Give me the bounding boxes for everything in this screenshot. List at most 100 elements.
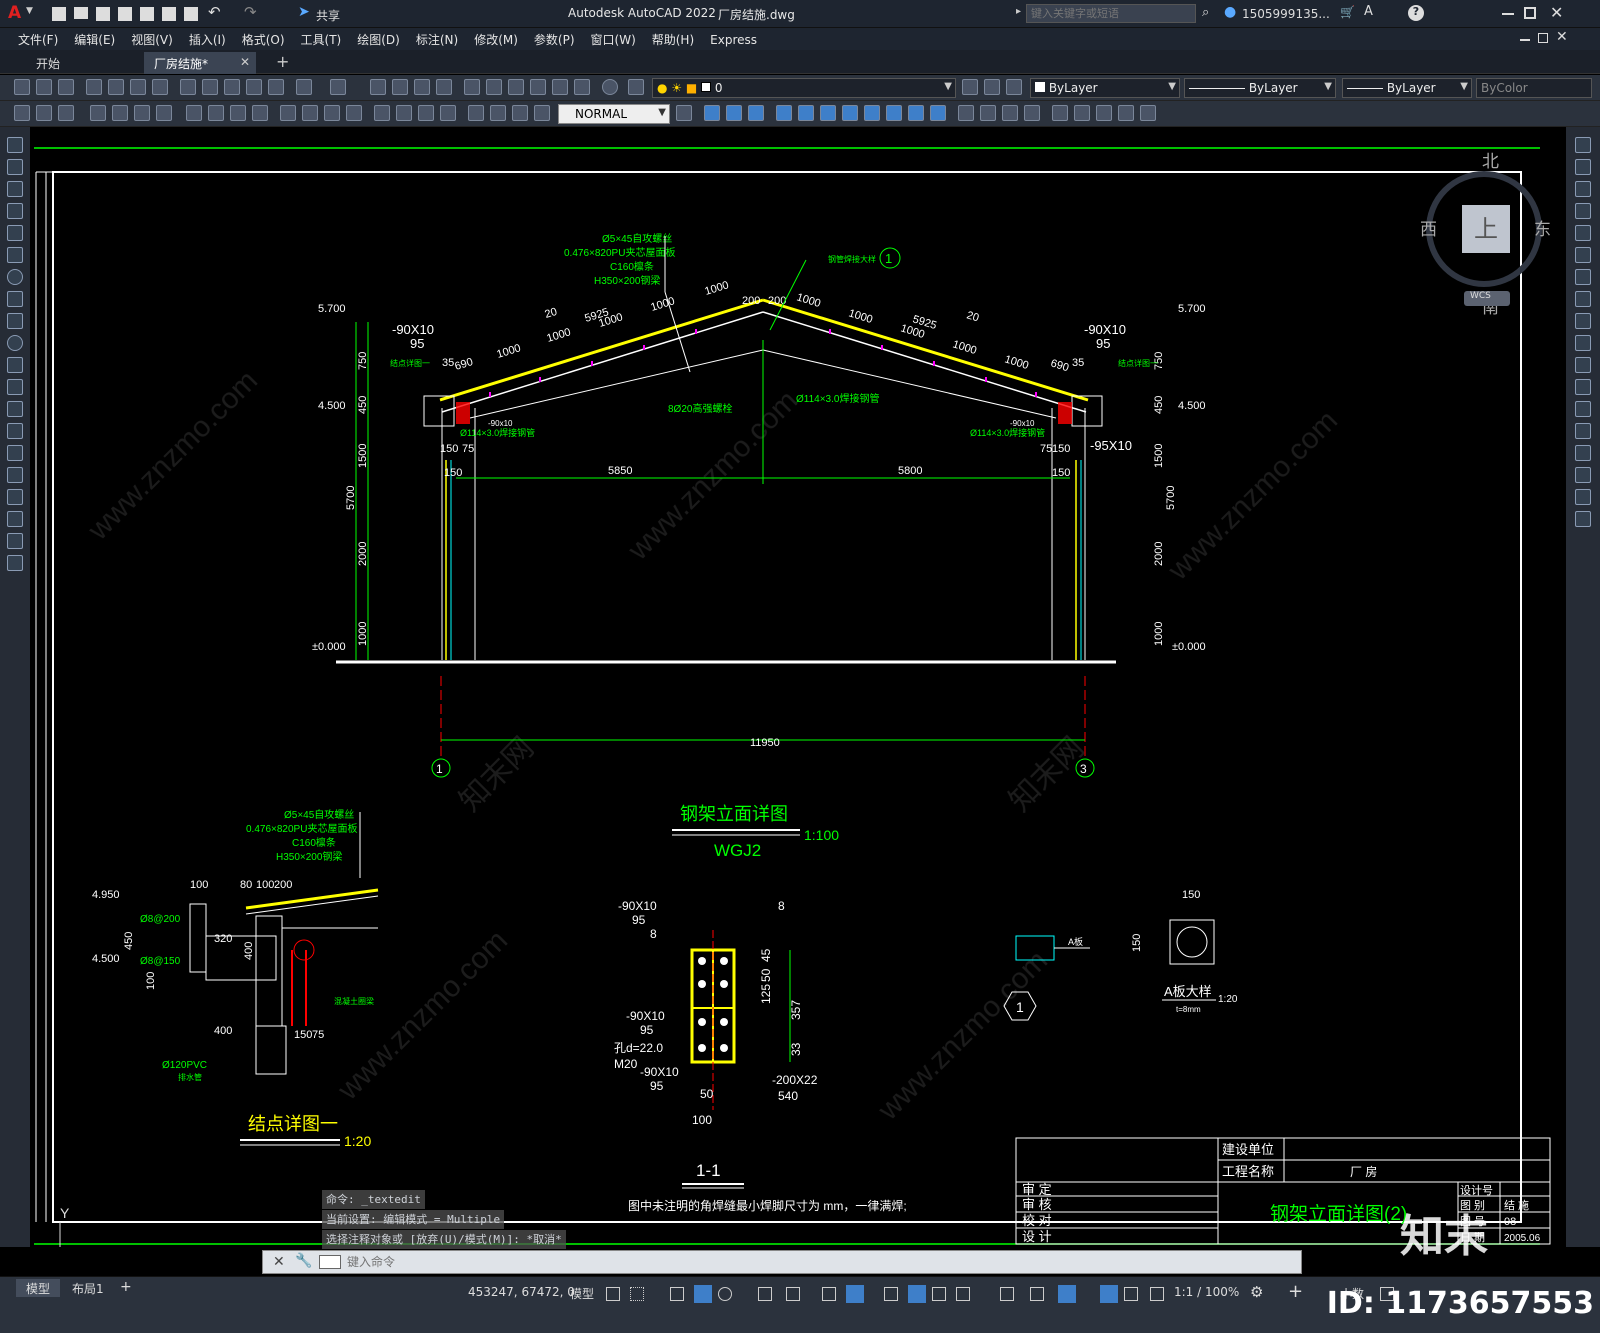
- object-snap-4-icon[interactable]: [776, 105, 792, 121]
- infer-icon[interactable]: [670, 1287, 684, 1301]
- snap-icon[interactable]: [630, 1287, 644, 1301]
- menu-express[interactable]: Express: [702, 30, 765, 47]
- layer-combo[interactable]: ● ☀ ■ 0 ▼: [652, 78, 956, 98]
- grid-icon[interactable]: [606, 1287, 620, 1301]
- coordinates[interactable]: 453247, 67472, 0: [468, 1285, 575, 1299]
- angular-dim-icon[interactable]: [186, 105, 202, 121]
- object-snap-6-icon[interactable]: [820, 105, 836, 121]
- rectangle-icon[interactable]: [7, 225, 23, 241]
- osnap3d-icon[interactable]: [846, 1285, 864, 1303]
- object-snap-7-icon[interactable]: [842, 105, 858, 121]
- view-4-icon[interactable]: [1118, 105, 1134, 121]
- publish-icon[interactable]: [130, 79, 146, 95]
- continue-dim-icon[interactable]: [252, 105, 268, 121]
- jogged-linear-icon[interactable]: [396, 105, 412, 121]
- dim-space-icon[interactable]: [280, 105, 296, 121]
- dim-update-icon[interactable]: [468, 105, 484, 121]
- open-file-icon[interactable]: [74, 7, 88, 19]
- region-icon[interactable]: [7, 489, 23, 505]
- menu-file[interactable]: 文件(F): [10, 28, 66, 48]
- trim-icon[interactable]: [1575, 335, 1591, 351]
- object-snap-9-icon[interactable]: [886, 105, 902, 121]
- user-icon[interactable]: ●: [1224, 4, 1236, 20]
- command-input[interactable]: [347, 1253, 1287, 1271]
- selection-filter-icon[interactable]: [1030, 1287, 1044, 1301]
- text-style-icon[interactable]: [512, 105, 528, 121]
- dim-text-edit-icon[interactable]: [440, 105, 456, 121]
- search-chevron-icon[interactable]: ▸: [1016, 6, 1021, 17]
- hatch-icon[interactable]: [7, 445, 23, 461]
- color-combo[interactable]: ByLayer ▼: [1030, 78, 1180, 98]
- annotation-scale-icon[interactable]: [1150, 1287, 1164, 1301]
- undo-icon[interactable]: ↶: [208, 3, 221, 21]
- polyline-icon[interactable]: [7, 181, 23, 197]
- recent-commands-icon[interactable]: [319, 1255, 341, 1269]
- polar-icon[interactable]: [718, 1287, 732, 1301]
- scale-icon[interactable]: [1575, 291, 1591, 307]
- open-web-icon[interactable]: [140, 7, 154, 21]
- menu-parametric[interactable]: 参数(P): [526, 28, 583, 48]
- save-icon[interactable]: [96, 7, 110, 21]
- menu-dimension[interactable]: 标注(N): [408, 28, 466, 48]
- close-icon[interactable]: ✕: [240, 55, 250, 69]
- scale-text-icon[interactable]: [676, 105, 692, 121]
- layout-tab-1[interactable]: 布局1: [62, 1279, 114, 1297]
- save-icon[interactable]: [58, 79, 74, 95]
- center-mark-icon[interactable]: [346, 105, 362, 121]
- circle-icon[interactable]: [7, 269, 23, 285]
- tolerance-icon[interactable]: [324, 105, 340, 121]
- minimize-icon[interactable]: [1502, 13, 1514, 15]
- ellipse-arc-icon[interactable]: [7, 357, 23, 373]
- dim-edit-icon[interactable]: [418, 105, 434, 121]
- autodesk-a360-icon[interactable]: A: [1364, 4, 1373, 19]
- join-icon[interactable]: [1575, 423, 1591, 439]
- markup-icon[interactable]: [552, 79, 568, 95]
- plotstyle-combo[interactable]: ByColor: [1476, 78, 1592, 98]
- model-space-button[interactable]: 模型: [570, 1285, 594, 1302]
- revcloud-icon[interactable]: [7, 291, 23, 307]
- plot-preview-icon[interactable]: [108, 79, 124, 95]
- share-button[interactable]: 共享: [316, 7, 340, 24]
- chevron-down-icon[interactable]: ▼: [26, 6, 33, 16]
- gizmo-icon[interactable]: [1000, 1287, 1014, 1301]
- layout-tab-model[interactable]: 模型: [16, 1279, 61, 1297]
- copy-object-icon[interactable]: [1575, 159, 1591, 175]
- search-icon[interactable]: ⌕: [1202, 5, 1209, 20]
- properties-icon[interactable]: [464, 79, 480, 95]
- annotation-visibility-icon[interactable]: [1100, 1285, 1118, 1303]
- object-snap-2-icon[interactable]: [726, 105, 742, 121]
- calculator-icon[interactable]: [574, 79, 590, 95]
- customize-icon[interactable]: 🔧: [295, 1253, 312, 1269]
- viewcube-west[interactable]: 西: [1420, 215, 1437, 240]
- menu-help[interactable]: 帮助(H): [644, 28, 702, 48]
- user-name[interactable]: 1505999135...: [1242, 7, 1330, 21]
- sheet-set-icon[interactable]: [530, 79, 546, 95]
- menu-tools[interactable]: 工具(T): [293, 28, 350, 48]
- line-icon[interactable]: [7, 137, 23, 153]
- search-input[interactable]: [1026, 4, 1196, 23]
- annotation-scale[interactable]: 1:1 / 100%: [1174, 1285, 1239, 1299]
- annotation-monitor-icon[interactable]: [1058, 1285, 1076, 1303]
- object-snap-10-icon[interactable]: [908, 105, 924, 121]
- zoom-previous-icon[interactable]: [436, 79, 452, 95]
- insert-block-icon[interactable]: [7, 379, 23, 395]
- menu-format[interactable]: 格式(O): [234, 28, 293, 48]
- transparency-icon[interactable]: [908, 1285, 926, 1303]
- layer-previous-icon[interactable]: [984, 79, 1000, 95]
- arc-icon[interactable]: [7, 247, 23, 263]
- stretch-icon[interactable]: [1575, 313, 1591, 329]
- fillet-icon[interactable]: [1575, 467, 1591, 483]
- point-icon[interactable]: [7, 423, 23, 439]
- make-current-icon[interactable]: [962, 79, 978, 95]
- view-2-icon[interactable]: [1074, 105, 1090, 121]
- aligned-dim-icon[interactable]: [36, 105, 52, 121]
- menu-edit[interactable]: 编辑(E): [66, 28, 123, 48]
- new-file-icon[interactable]: [52, 7, 66, 21]
- baseline-dim-icon[interactable]: [230, 105, 246, 121]
- view-1-icon[interactable]: [1052, 105, 1068, 121]
- viewcube[interactable]: 北 南 西 东 上: [1420, 152, 1551, 318]
- add-selected-icon[interactable]: [7, 555, 23, 571]
- help-icon[interactable]: [602, 79, 618, 95]
- move-icon[interactable]: [1575, 247, 1591, 263]
- auto-scale-icon[interactable]: [1124, 1287, 1138, 1301]
